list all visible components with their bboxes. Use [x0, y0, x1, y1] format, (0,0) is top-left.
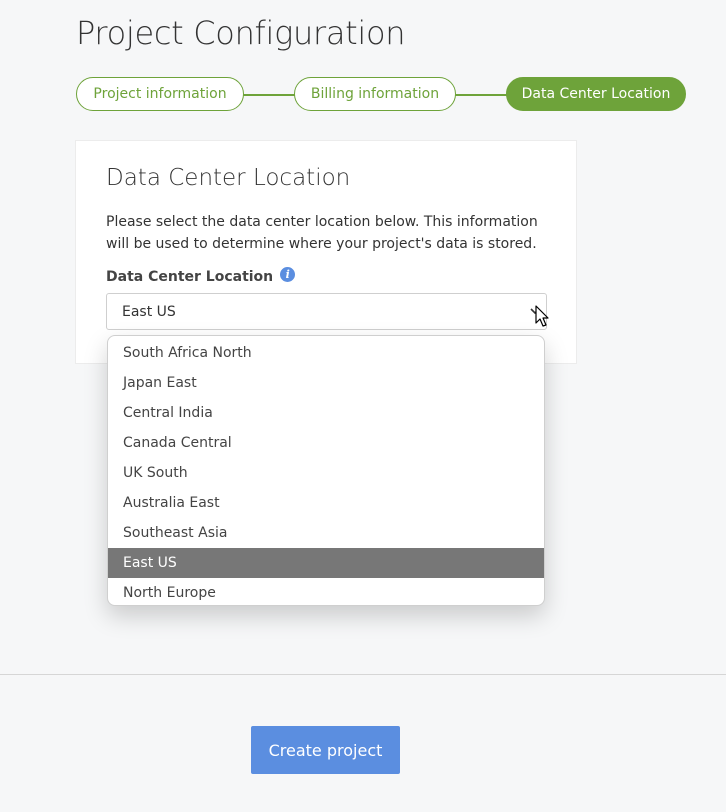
field-label: Data Center Location i [106, 266, 296, 285]
step-connector [243, 94, 295, 96]
dropdown-option[interactable]: North Europe [108, 578, 544, 605]
field-label-text: Data Center Location [106, 269, 274, 285]
dropdown-option[interactable]: UK South [108, 458, 544, 488]
step-connector [455, 94, 507, 96]
card-title: Data Center Location [106, 165, 351, 191]
create-project-button[interactable]: Create project [251, 726, 400, 774]
location-dropdown: South Africa North Japan East Central In… [107, 335, 545, 606]
step-billing-information[interactable]: Billing information [294, 77, 456, 111]
mouse-cursor-icon [535, 305, 549, 327]
stepper: Project information Billing information … [76, 77, 686, 111]
data-center-card: Data Center Location Please select the d… [75, 140, 577, 364]
card-description: Please select the data center location b… [106, 214, 538, 252]
footer-divider [0, 674, 726, 675]
dropdown-option[interactable]: Japan East [108, 368, 544, 398]
page-title: Project Configuration [76, 14, 406, 52]
dropdown-option[interactable]: South Africa North [108, 336, 544, 368]
dropdown-option[interactable]: Canada Central [108, 428, 544, 458]
step-project-information[interactable]: Project information [76, 77, 244, 111]
select-value: East US [122, 303, 176, 320]
dropdown-option[interactable]: Australia East [108, 488, 544, 518]
data-center-select[interactable]: East US [106, 293, 547, 330]
info-icon[interactable]: i [280, 266, 296, 282]
dropdown-option[interactable]: Southeast Asia [108, 518, 544, 548]
dropdown-option[interactable]: Central India [108, 398, 544, 428]
step-data-center-location[interactable]: Data Center Location [506, 77, 686, 111]
dropdown-option-selected[interactable]: East US [108, 548, 544, 578]
